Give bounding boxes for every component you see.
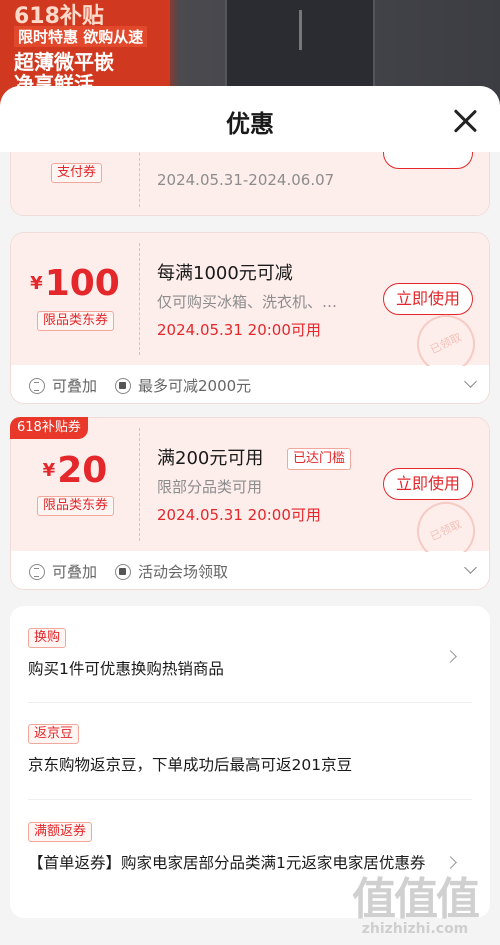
chevron-down-icon[interactable]	[464, 561, 477, 574]
coupon-amount: ¥100	[11, 263, 139, 304]
coupon-sheet: 优惠 支付券 2024.05.31-2024.06.07 ¥100 限品类东券 …	[0, 86, 500, 945]
promo-tag: 满额返券	[28, 822, 93, 842]
coupon-card-body: ¥100 限品类东券 每满1000元可减 仅可购买冰箱、洗衣机、… 2024.0…	[11, 233, 489, 383]
banner-line-2: 限时特惠 欲购从速	[14, 26, 148, 47]
watermark-url: zhizhizhi.com	[361, 921, 469, 937]
promo-item-exchange[interactable]: 换购 购买1件可优惠换购热销商品	[10, 628, 490, 698]
coupon-title: 满200元可用	[157, 448, 264, 469]
use-now-button[interactable]: 立即使用	[383, 468, 473, 500]
coupon-footer: 可叠加 活动会场领取	[11, 552, 489, 589]
stackable-label: 可叠加	[52, 563, 98, 581]
coupon-type-tag: 限品类东券	[37, 311, 115, 331]
coupon-type-tag: 支付券	[51, 163, 103, 183]
watermark-logo: 值值值	[352, 874, 480, 925]
chevron-down-icon[interactable]	[464, 375, 477, 388]
coupon-card-body: ¥20 限品类东券 满200元可用 已达门槛 限部分品类可用 2024.05.3…	[11, 418, 489, 570]
threshold-reached-tag: 已达门槛	[287, 448, 352, 470]
max-discount-label: 最多可减2000元	[138, 377, 252, 395]
coupon-icon	[115, 564, 131, 580]
coupon-amount-value: 100	[44, 263, 120, 304]
coupon-desc: 限部分品类可用	[157, 478, 263, 496]
stackable-label: 可叠加	[52, 377, 98, 395]
use-now-button[interactable]: 立即使用	[383, 283, 473, 315]
currency-symbol: ¥	[30, 273, 43, 294]
coupon-title: 每满1000元可减	[157, 263, 293, 284]
divider	[28, 702, 472, 703]
coupon-date: 2024.05.31-2024.06.07	[157, 171, 335, 189]
sheet-header: 优惠	[0, 86, 500, 152]
promo-text: 购买1件可优惠换购热销商品	[28, 660, 224, 678]
max-discount-info: 最多可减2000元	[115, 375, 251, 396]
coupon-divider	[139, 243, 140, 355]
sheet-title: 优惠	[226, 110, 274, 138]
close-icon[interactable]	[450, 106, 480, 136]
divider	[28, 799, 472, 800]
coupon-divider	[139, 428, 140, 541]
promo-item-jingdou[interactable]: 返京豆 京东购物返京豆，下单成功后最高可返201京豆	[10, 724, 490, 794]
coupon-card-20: ¥20 限品类东券 满200元可用 已达门槛 限部分品类可用 2024.05.3…	[10, 417, 490, 590]
coupon-card-100: ¥100 限品类东券 每满1000元可减 仅可购买冰箱、洗衣机、… 2024.0…	[10, 232, 490, 404]
stackable-info: 可叠加	[29, 561, 97, 582]
watermark: 值值值 zhizhizhi.com	[340, 863, 490, 937]
coupon-desc: 仅可购买冰箱、洗衣机、…	[157, 293, 338, 311]
venue-label: 活动会场领取	[138, 563, 229, 581]
coupon-type-tag: 限品类东券	[37, 496, 115, 516]
subsidy-badge: 618补贴券	[10, 417, 88, 439]
stackable-info: 可叠加	[29, 375, 97, 396]
chevron-right-icon	[444, 650, 457, 663]
currency-symbol: ¥	[42, 460, 56, 481]
coupon-amount: ¥20	[11, 450, 139, 491]
coupon-date: 2024.05.31 20:00可用	[157, 506, 321, 524]
promo-tag: 返京豆	[28, 724, 80, 744]
venue-info: 活动会场领取	[115, 561, 228, 582]
coupon-footer: 可叠加 最多可减2000元	[11, 366, 489, 403]
stack-icon	[29, 378, 45, 394]
coupon-date: 2024.05.31 20:00可用	[157, 321, 321, 339]
promo-text: 京东购物返京豆，下单成功后最高可返201京豆	[28, 756, 353, 774]
promo-tag: 换购	[28, 628, 67, 648]
coupon-amount-value: 20	[57, 450, 108, 491]
coupon-icon	[115, 378, 131, 394]
stack-icon	[29, 564, 45, 580]
